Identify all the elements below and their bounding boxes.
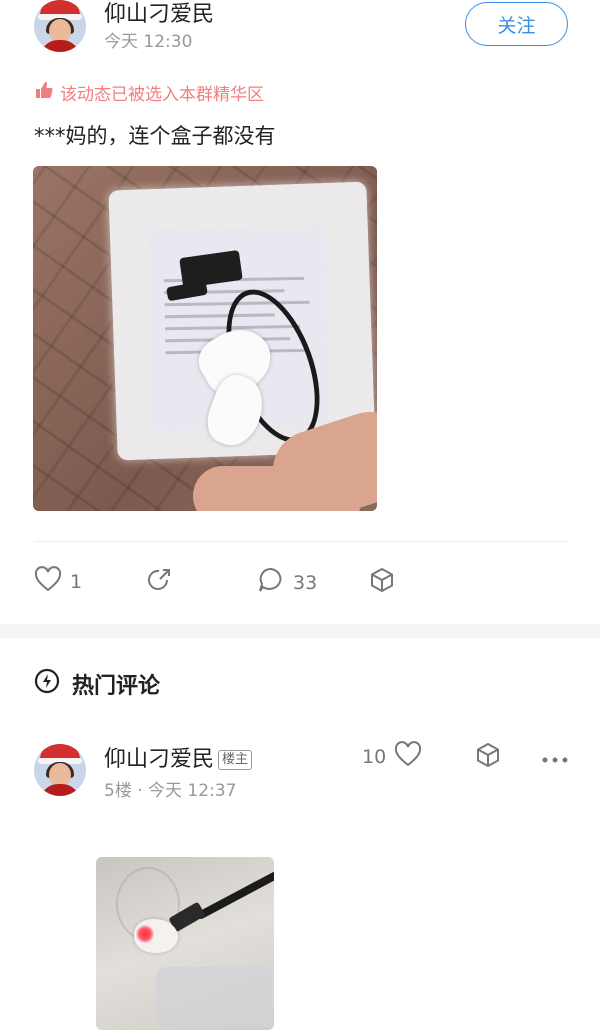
- commenter-avatar[interactable]: [34, 744, 86, 796]
- lightning-icon: [34, 668, 60, 700]
- share-button[interactable]: [145, 566, 173, 599]
- follow-button[interactable]: 关注: [465, 2, 568, 46]
- more-button[interactable]: [542, 748, 568, 770]
- like-count: 1: [70, 570, 83, 593]
- comment-icon: [257, 566, 285, 599]
- section-separator: [0, 624, 600, 638]
- post-time: 今天 12:30: [104, 32, 193, 52]
- collect-button[interactable]: [368, 566, 396, 599]
- featured-notice: 该动态已被选入本群精华区: [34, 80, 264, 105]
- heart-icon: [34, 566, 62, 597]
- owner-badge: 楼主: [218, 750, 253, 770]
- comment-floor-time: 5楼 · 今天 12:37: [104, 781, 237, 801]
- author-name[interactable]: 仰山刁爱民: [104, 0, 214, 28]
- heart-icon: [394, 741, 422, 772]
- commenter-name[interactable]: 仰山刁爱民: [104, 747, 214, 772]
- comment-collect-button[interactable]: [474, 741, 502, 774]
- cube-icon: [368, 566, 396, 599]
- thumbs-up-icon: [34, 80, 54, 105]
- comment-button[interactable]: 33: [257, 566, 317, 599]
- author-avatar[interactable]: [34, 0, 86, 52]
- more-icon: [542, 748, 568, 770]
- hot-comments-header: 热门评论: [34, 668, 160, 700]
- cube-icon: [474, 741, 502, 774]
- hot-comments-title: 热门评论: [72, 674, 161, 699]
- commenter-name-row: 仰山刁爱民 楼主: [104, 741, 253, 773]
- like-button[interactable]: 1: [34, 566, 82, 597]
- comment-image[interactable]: [96, 857, 274, 1030]
- featured-text: 该动态已被选入本群精华区: [60, 85, 264, 105]
- post-image[interactable]: [33, 166, 377, 511]
- post-text: ***妈的，连个盒子都没有: [34, 124, 276, 148]
- share-icon: [145, 566, 173, 599]
- comment-like-count: 10: [362, 745, 387, 768]
- divider: [34, 541, 568, 542]
- comment-like-button[interactable]: 10: [362, 741, 422, 772]
- comment-count: 33: [293, 571, 318, 594]
